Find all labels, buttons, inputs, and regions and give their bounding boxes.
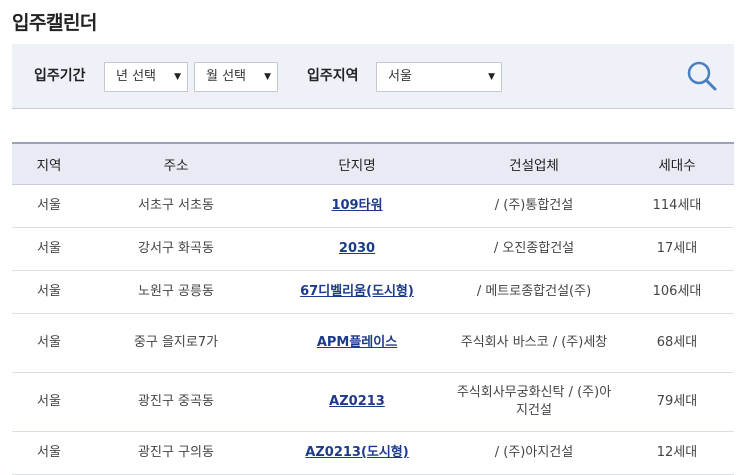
cell-address: 강서구 화곡동: [86, 227, 266, 271]
cell-address: 광진구 중곡동: [86, 372, 266, 432]
header-region: 지역: [12, 142, 86, 185]
page-title: 입주캘린더: [12, 12, 97, 34]
cell-address: 노원구 공릉동: [86, 270, 266, 314]
complex-link[interactable]: 67디벨리움(도시형): [300, 284, 414, 299]
cell-units: 106세대: [620, 270, 734, 314]
table-row: 서울 광진구 구의동 AZ0213(도시형) / (주)아지건설 12세대: [12, 431, 734, 475]
move-in-table: 지역 주소 단지명 건설업체 세대수 서울 서초구 서초동 109타워 / (주…: [12, 142, 734, 475]
cell-address: 광진구 구의동: [86, 431, 266, 475]
region-select[interactable]: 서울 ▼: [376, 62, 502, 92]
table-row: 서울 서초구 서초동 109타워 / (주)통합건설 114세대: [12, 184, 734, 228]
cell-builder: / 메트로종합건설(주): [448, 270, 620, 314]
header-builder: 건설업체: [448, 142, 620, 185]
table-row: 서울 노원구 공릉동 67디벨리움(도시형) / 메트로종합건설(주) 106세…: [12, 270, 734, 314]
cell-region: 서울: [12, 184, 86, 228]
cell-units: 79세대: [620, 372, 734, 432]
complex-link[interactable]: AZ0213(도시형): [305, 445, 408, 460]
cell-builder: / (주)통합건설: [448, 184, 620, 228]
cell-units: 17세대: [620, 227, 734, 271]
cell-region: 서울: [12, 270, 86, 314]
table-row: 서울 광진구 중곡동 AZ0213 주식회사무궁화신탁 / (주)아지건설 79…: [12, 372, 734, 432]
table-header-row: 지역 주소 단지명 건설업체 세대수: [12, 142, 734, 185]
cell-units: 114세대: [620, 184, 734, 228]
header-address: 주소: [86, 142, 266, 185]
cell-units: 12세대: [620, 431, 734, 475]
cell-address: 서초구 서초동: [86, 184, 266, 228]
cell-region: 서울: [12, 372, 86, 432]
complex-link[interactable]: 2030: [339, 241, 375, 256]
cell-builder: / 오진종합건설: [448, 227, 620, 271]
table-row: 서울 강서구 화곡동 2030 / 오진종합건설 17세대: [12, 227, 734, 271]
search-icon: [687, 61, 717, 91]
cell-units: 68세대: [620, 313, 734, 373]
complex-link[interactable]: AZ0213: [329, 394, 385, 409]
region-select-value: 서울: [388, 69, 412, 84]
cell-region: 서울: [12, 227, 86, 271]
complex-link[interactable]: 109타워: [331, 198, 382, 213]
year-select[interactable]: 년 선택 ▼: [104, 62, 188, 92]
period-label: 입주기간: [34, 68, 86, 84]
dropdown-arrow-icon: ▼: [264, 72, 271, 82]
year-select-value: 년 선택: [116, 69, 157, 84]
cell-region: 서울: [12, 313, 86, 373]
dropdown-arrow-icon: ▼: [488, 72, 495, 82]
region-label: 입주지역: [307, 68, 359, 84]
cell-builder: 주식회사 바스코 / (주)세창: [448, 313, 620, 373]
month-select[interactable]: 월 선택 ▼: [194, 62, 278, 92]
cell-address: 중구 을지로7가: [86, 313, 266, 373]
cell-builder: / (주)아지건설: [448, 431, 620, 475]
dropdown-arrow-icon: ▼: [174, 72, 181, 82]
month-select-value: 월 선택: [206, 69, 247, 84]
header-units: 세대수: [620, 142, 734, 185]
header-complex-name: 단지명: [266, 142, 448, 185]
filter-bar: 입주기간 년 선택 ▼ 월 선택 ▼ 입주지역 서울 ▼: [12, 44, 734, 109]
cell-region: 서울: [12, 431, 86, 475]
search-button[interactable]: [684, 58, 720, 94]
complex-link[interactable]: APM플레이스: [317, 335, 397, 350]
cell-builder: 주식회사무궁화신탁 / (주)아지건설: [448, 372, 620, 432]
table-row: 서울 중구 을지로7가 APM플레이스 주식회사 바스코 / (주)세창 68세…: [12, 313, 734, 373]
